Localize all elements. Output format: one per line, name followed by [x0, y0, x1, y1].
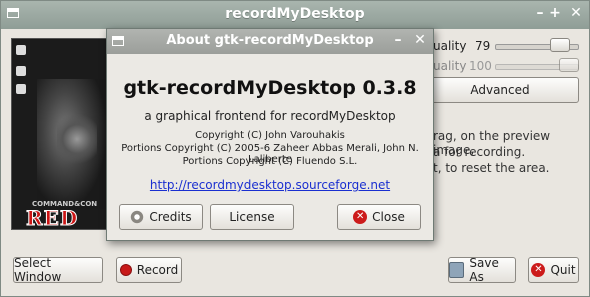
main-titlebar[interactable]: recordMyDesktop – + ✕ [1, 1, 589, 29]
app-tagline: a graphical frontend for recordMyDesktop [144, 109, 396, 123]
about-dialog-titlebar[interactable]: About gtk-recordMyDesktop – ✕ [107, 29, 433, 54]
audio-quality-value: 100 [469, 59, 492, 73]
license-label: License [229, 210, 275, 224]
close-label: Close [372, 210, 405, 224]
select-window-button[interactable]: Select Window [13, 256, 103, 284]
record-button[interactable]: Record [116, 257, 182, 283]
minimize-icon[interactable]: – [389, 32, 407, 48]
copyright-line: Copyright (C) John Varouhakis [195, 130, 345, 141]
about-dialog-title: About gtk-recordMyDesktop [166, 33, 374, 48]
close-icon[interactable]: ✕ [411, 32, 429, 48]
save-as-label: Save As [469, 256, 499, 284]
license-button[interactable]: License [210, 204, 294, 230]
desktop-icon [16, 45, 26, 55]
save-as-button[interactable]: Save As [448, 256, 516, 284]
credits-button[interactable]: Credits [119, 204, 203, 230]
advanced-button[interactable]: Advanced [421, 77, 579, 103]
quit-icon: ✕ [531, 263, 546, 277]
website-link-row: http://recordmydesktop.sourceforge.net [107, 178, 433, 192]
select-window-label: Select Window [14, 256, 62, 284]
credits-label: Credits [149, 210, 192, 224]
audio-quality-slider-thumb[interactable] [559, 58, 579, 72]
website-link[interactable]: http://recordmydesktop.sourceforge.net [150, 178, 390, 192]
info-text-line: a for recording. [433, 145, 526, 159]
preview-logo-text: RED AL [26, 206, 79, 230]
record-label: Record [136, 263, 179, 277]
quit-button[interactable]: ✕ Quit [528, 257, 579, 283]
close-icon[interactable]: ✕ [567, 5, 585, 21]
app-name: gtk-recordMyDesktop 0.3.8 [123, 77, 417, 99]
info-text-line: t, to reset the area. [433, 161, 550, 175]
video-quality-slider-thumb[interactable] [550, 38, 571, 52]
about-dialog: About gtk-recordMyDesktop – ✕ gtk-record… [106, 28, 434, 241]
save-icon [449, 262, 465, 278]
advanced-button-label: Advanced [470, 83, 530, 97]
copyright-line: Portions Copyright (C) Fluendo S.L. [182, 156, 358, 167]
preview-image[interactable]: COMMAND&CON RED AL [11, 38, 111, 230]
desktop-icon [16, 84, 26, 94]
video-quality-value: 79 [475, 39, 491, 53]
audio-quality-label: uality [433, 59, 467, 73]
preview-artwork-highlight [57, 109, 97, 169]
record-icon [119, 264, 132, 276]
maximize-icon[interactable]: + [546, 5, 564, 21]
desktop-icon [16, 66, 26, 76]
close-button[interactable]: ✕ Close [337, 204, 421, 230]
main-window-title: recordMyDesktop [225, 6, 365, 22]
close-icon: ✕ [353, 210, 368, 224]
gear-icon [130, 210, 145, 224]
quit-label: Quit [550, 263, 576, 277]
video-quality-label: uality [433, 39, 467, 53]
